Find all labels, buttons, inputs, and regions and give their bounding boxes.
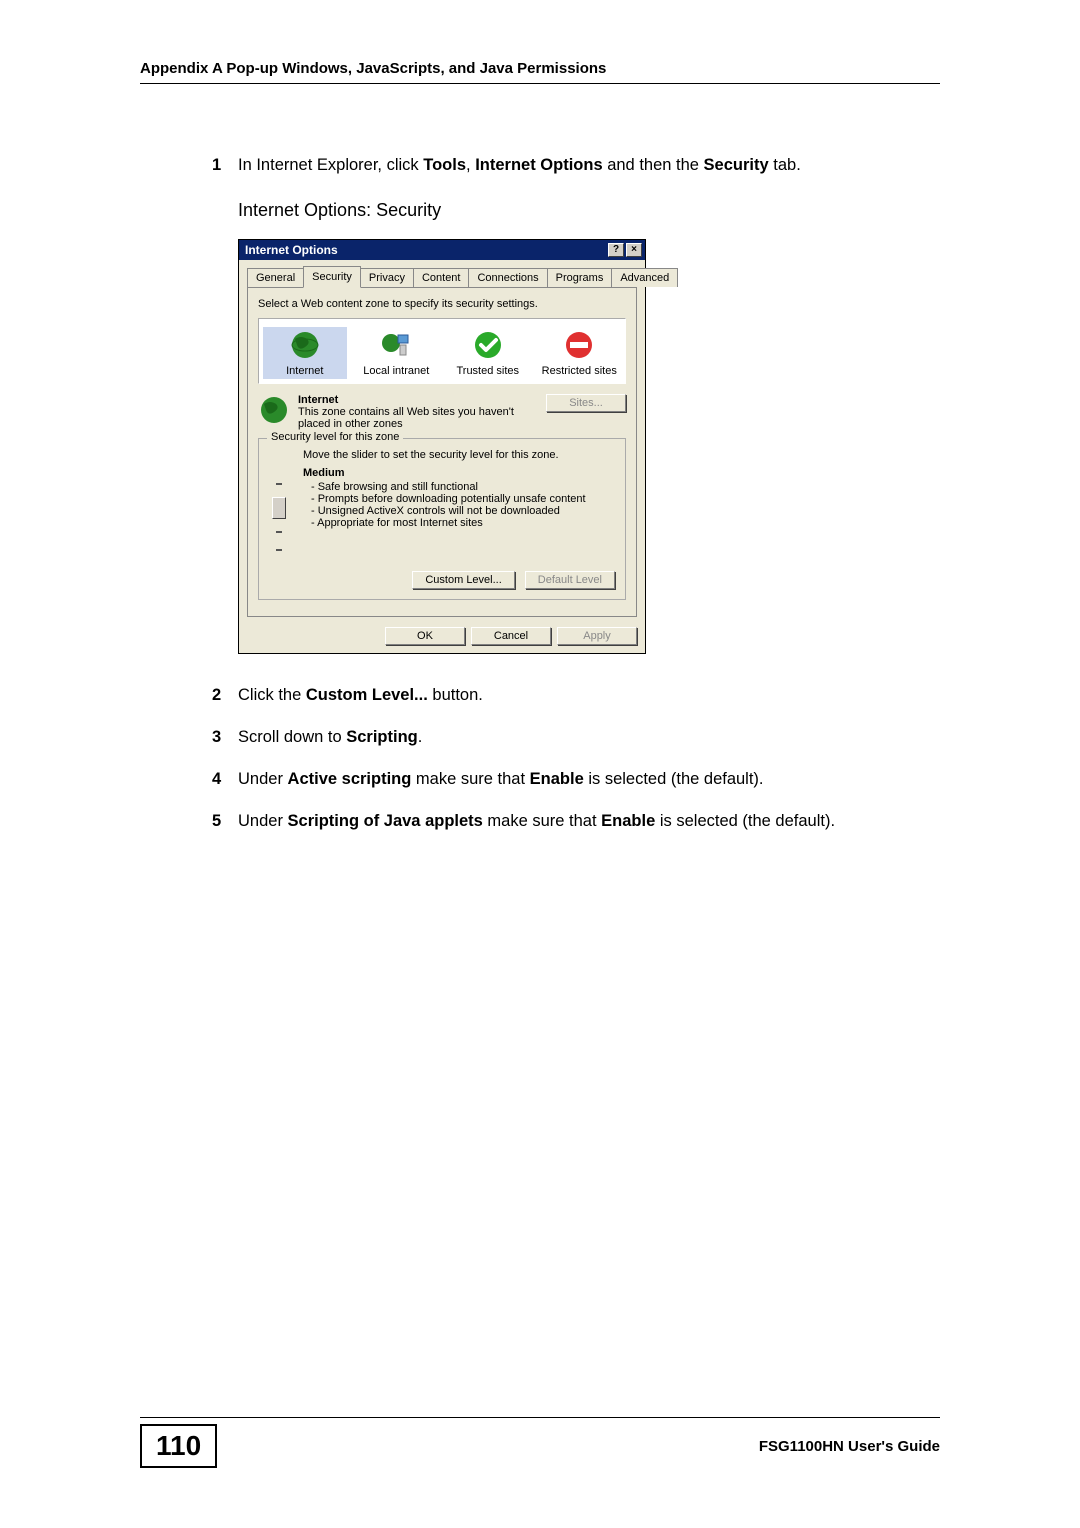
zone-description-row: Internet This zone contains all Web site… <box>258 394 626 430</box>
close-button[interactable]: × <box>626 243 642 257</box>
apply-button[interactable]: Apply <box>557 627 637 645</box>
zone-list: Internet Local intranet <box>258 318 626 384</box>
text: tab. <box>769 156 801 174</box>
step-number: 3 <box>212 726 238 750</box>
step-4: 4 Under Active scripting make sure that … <box>212 768 940 792</box>
step-text: Under Scripting of Java applets make sur… <box>238 810 940 834</box>
slider-thumb[interactable] <box>272 497 286 519</box>
zone-instruction: Select a Web content zone to specify its… <box>258 298 626 310</box>
text: button. <box>428 686 483 704</box>
zone-restricted-sites[interactable]: Restricted sites <box>538 327 622 379</box>
security-level-fieldset: Security level for this zone Move the sl… <box>258 438 626 600</box>
fieldset-legend: Security level for this zone <box>267 431 403 443</box>
text: . <box>418 728 423 746</box>
tab-programs[interactable]: Programs <box>547 268 613 287</box>
zone-local-intranet[interactable]: Local intranet <box>355 327 439 379</box>
zone-trusted-sites[interactable]: Trusted sites <box>446 327 530 379</box>
ok-button[interactable]: OK <box>385 627 465 645</box>
sites-button[interactable]: Sites... <box>546 394 626 412</box>
level-point: - Appropriate for most Internet sites <box>311 517 615 529</box>
zone-label: Local intranet <box>363 365 429 377</box>
step-text: Click the Custom Level... button. <box>238 684 940 708</box>
security-level-name: Medium <box>303 467 615 479</box>
bold-text: Scripting of Java applets <box>288 812 483 830</box>
text: make sure that <box>411 770 529 788</box>
dialog-title: Internet Options <box>245 243 338 257</box>
tab-content[interactable]: Content <box>413 268 470 287</box>
slider-instruction: Move the slider to set the security leve… <box>303 449 615 461</box>
level-point: - Safe browsing and still functional <box>311 481 615 493</box>
tab-security[interactable]: Security <box>303 266 361 288</box>
help-button[interactable]: ? <box>608 243 624 257</box>
restricted-icon <box>563 329 595 361</box>
step-number: 1 <box>212 154 238 178</box>
text: Click the <box>238 686 306 704</box>
custom-level-button[interactable]: Custom Level... <box>412 571 514 589</box>
security-tab-panel: Select a Web content zone to specify its… <box>247 287 637 617</box>
page-number: 110 <box>140 1424 217 1468</box>
tab-privacy[interactable]: Privacy <box>360 268 414 287</box>
bold-text: Internet Options <box>475 156 602 174</box>
security-slider[interactable] <box>269 467 289 559</box>
step-3: 3 Scroll down to Scripting. <box>212 726 940 750</box>
level-point: - Unsigned ActiveX controls will not be … <box>311 505 615 517</box>
text: make sure that <box>483 812 601 830</box>
trusted-icon <box>472 329 504 361</box>
step-text: Scroll down to Scripting. <box>238 726 940 750</box>
figure-caption: Internet Options: Security <box>238 200 940 221</box>
text: Scroll down to <box>238 728 346 746</box>
text: is selected (the default). <box>584 770 764 788</box>
default-level-button[interactable]: Default Level <box>525 571 615 589</box>
step-number: 4 <box>212 768 238 792</box>
text: Under <box>238 770 288 788</box>
text: , <box>466 156 475 174</box>
zone-label: Internet <box>286 365 323 377</box>
page-header: Appendix A Pop-up Windows, JavaScripts, … <box>140 60 940 84</box>
step-text: Under Active scripting make sure that En… <box>238 768 940 792</box>
zone-name: Internet <box>298 394 538 406</box>
bold-text: Security <box>704 156 769 174</box>
step-5: 5 Under Scripting of Java applets make s… <box>212 810 940 834</box>
slider-description: Medium - Safe browsing and still functio… <box>303 467 615 559</box>
zone-label: Trusted sites <box>456 365 519 377</box>
bold-text: Enable <box>530 770 584 788</box>
globe-icon <box>258 394 290 426</box>
page-footer: 110 FSG1100HN User's Guide <box>140 1417 940 1468</box>
globe-icon <box>289 329 321 361</box>
tab-connections[interactable]: Connections <box>468 268 547 287</box>
zone-label: Restricted sites <box>542 365 617 377</box>
intranet-icon <box>380 329 412 361</box>
internet-options-dialog: Internet Options ? × General Security Pr… <box>238 239 646 654</box>
cancel-button[interactable]: Cancel <box>471 627 551 645</box>
text: is selected (the default). <box>655 812 835 830</box>
bold-text: Scripting <box>346 728 418 746</box>
step-number: 2 <box>212 684 238 708</box>
text: and then the <box>603 156 704 174</box>
zone-description: This zone contains all Web sites you hav… <box>298 406 538 430</box>
step-1: 1 In Internet Explorer, click Tools, Int… <box>212 154 940 178</box>
bold-text: Active scripting <box>288 770 412 788</box>
bold-text: Custom Level... <box>306 686 428 704</box>
step-number: 5 <box>212 810 238 834</box>
tab-strip: General Security Privacy Content Connect… <box>247 266 637 287</box>
step-text: In Internet Explorer, click Tools, Inter… <box>238 154 940 178</box>
dialog-titlebar: Internet Options ? × <box>239 240 645 260</box>
tab-advanced[interactable]: Advanced <box>611 268 678 287</box>
bold-text: Tools <box>423 156 466 174</box>
zone-internet[interactable]: Internet <box>263 327 347 379</box>
level-point: - Prompts before downloading potentially… <box>311 493 615 505</box>
text: In Internet Explorer, click <box>238 156 423 174</box>
step-2: 2 Click the Custom Level... button. <box>212 684 940 708</box>
content-area: 1 In Internet Explorer, click Tools, Int… <box>212 154 940 834</box>
tab-general[interactable]: General <box>247 268 304 287</box>
text: Under <box>238 812 288 830</box>
guide-title: FSG1100HN User's Guide <box>759 1438 940 1455</box>
bold-text: Enable <box>601 812 655 830</box>
